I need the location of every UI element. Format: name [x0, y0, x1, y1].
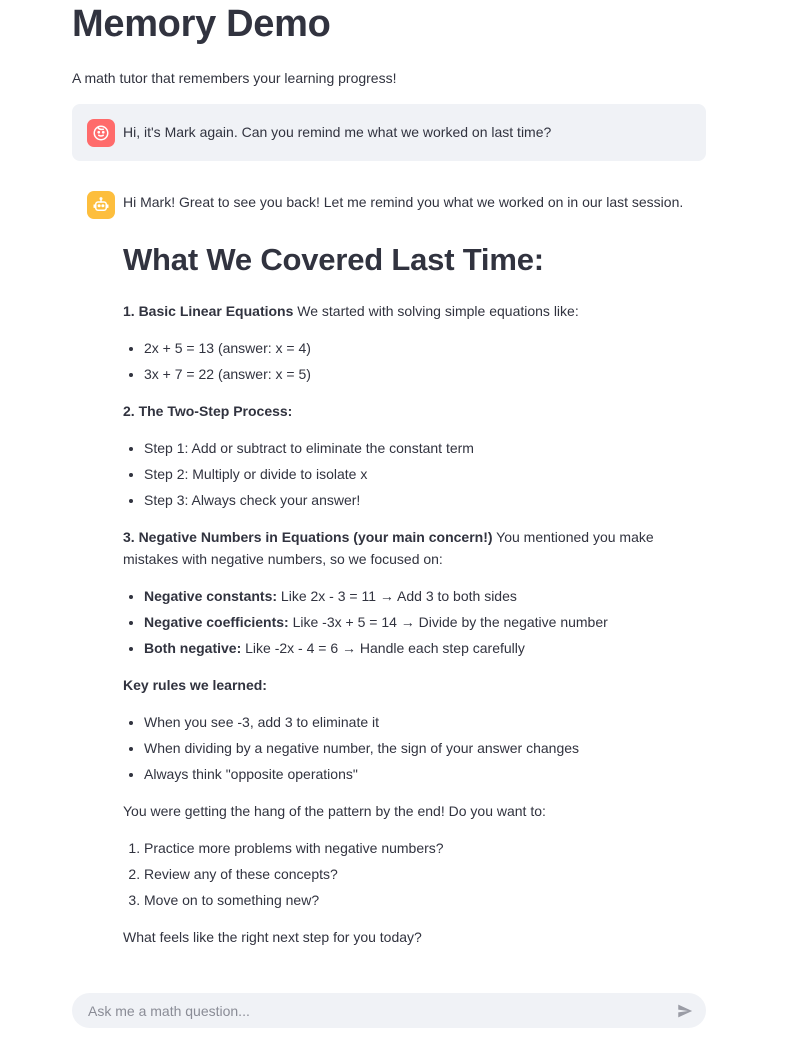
options-intro: You were getting the hang of the pattern… [123, 803, 546, 819]
list-item: Step 2: Multiply or divide to isolate x [144, 463, 708, 485]
section-title: 1. Basic Linear Equations [123, 303, 294, 319]
user-face-icon [87, 119, 115, 147]
send-button[interactable] [674, 1000, 696, 1022]
list-item: 2x + 5 = 13 (answer: x = 4) [144, 337, 708, 359]
page-title: Memory Demo [72, 3, 331, 45]
section-title: 2. The Two-Step Process: [123, 403, 293, 419]
section3-list: Negative constants: Like 2x - 3 = 11 → A… [123, 585, 708, 659]
chat-input[interactable] [72, 993, 662, 1028]
section-negative-numbers: 3. Negative Numbers in Equations (your m… [123, 529, 654, 567]
section-key-rules: Key rules we learned: [123, 674, 708, 696]
list-item: Step 3: Always check your answer! [144, 489, 708, 511]
closing-question: What feels like the right next step for … [123, 929, 422, 945]
list-item: Step 1: Add or subtract to eliminate the… [144, 437, 708, 459]
robot-icon [87, 191, 115, 219]
section-title: Key rules we learned: [123, 677, 267, 693]
section-two-step: 2. The Two-Step Process: [123, 400, 708, 422]
chat-input-bar [72, 993, 706, 1028]
user-message-text: Hi, it's Mark again. Can you remind me w… [123, 124, 552, 140]
assistant-intro-text: Hi Mark! Great to see you back! Let me r… [123, 194, 684, 210]
assistant-message-body: What We Covered Last Time: 1. Basic Line… [123, 236, 708, 963]
send-icon [678, 1004, 693, 1018]
list-item: Both negative: Like -2x - 4 = 6 → Handle… [144, 637, 708, 659]
list-item: Always think "opposite operations" [144, 763, 708, 785]
page-subtitle: A math tutor that remembers your learnin… [72, 70, 397, 86]
list-item: Review any of these concepts? [144, 863, 708, 885]
list-item: Negative constants: Like 2x - 3 = 11 → A… [144, 585, 708, 607]
list-item: Practice more problems with negative num… [144, 837, 708, 859]
list-item: When dividing by a negative number, the … [144, 737, 708, 759]
options-list: Practice more problems with negative num… [123, 837, 708, 911]
section-title: 3. Negative Numbers in Equations (your m… [123, 529, 493, 545]
section1-list: 2x + 5 = 13 (answer: x = 4) 3x + 7 = 22 … [123, 337, 708, 385]
section2-list: Step 1: Add or subtract to eliminate the… [123, 437, 708, 511]
list-item: Move on to something new? [144, 889, 708, 911]
assistant-heading: What We Covered Last Time: [123, 242, 544, 277]
user-chat-message: Hi, it's Mark again. Can you remind me w… [72, 104, 706, 161]
list-item: 3x + 7 = 22 (answer: x = 5) [144, 363, 708, 385]
rules-list: When you see -3, add 3 to eliminate it W… [123, 711, 708, 785]
section-basic-linear: 1. Basic Linear Equations We started wit… [123, 303, 579, 319]
list-item: When you see -3, add 3 to eliminate it [144, 711, 708, 733]
list-item: Negative coefficients: Like -3x + 5 = 14… [144, 611, 708, 633]
